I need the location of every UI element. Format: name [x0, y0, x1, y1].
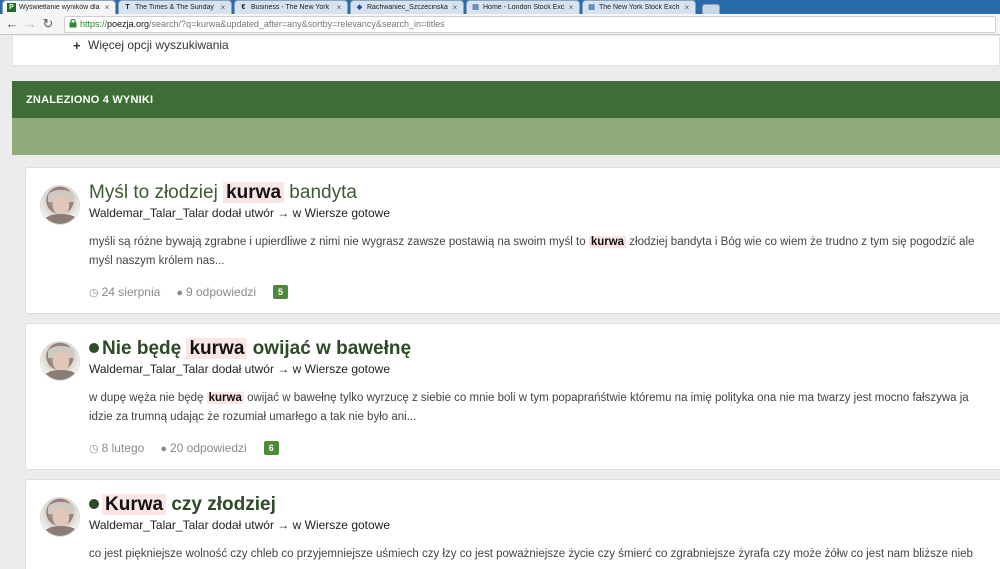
replies-link[interactable]: ● 9 odpowiedzi	[176, 285, 256, 299]
search-highlight: kurwa	[223, 182, 285, 203]
clock-icon: ◷	[89, 442, 99, 455]
search-highlight: kurwa	[206, 392, 244, 404]
result-card: Nie będę kurwa owijać w bawełnę Waldemar…	[25, 323, 1000, 470]
tab-close-icon[interactable]: ×	[683, 3, 691, 12]
avatar[interactable]	[40, 185, 80, 225]
lock-icon	[69, 18, 77, 30]
result-excerpt: myśli są różne bywają zgrabne i upierdli…	[89, 236, 975, 267]
url-path: /search/?q=kurwa&updated_after=any&sortb…	[149, 19, 445, 29]
poezja-favicon-icon: P	[7, 3, 16, 12]
browser-tab[interactable]: ▤ Home - London Stock Exc ×	[466, 0, 580, 14]
featured-dot-icon	[89, 499, 99, 509]
reputation-badge: 5	[273, 285, 289, 299]
tab-close-icon[interactable]: ×	[567, 3, 575, 12]
result-title[interactable]: Kurwa czy złodziej	[89, 494, 276, 516]
nyse-favicon-icon: ▤	[588, 4, 595, 11]
page-content: + Więcej opcji wyszukiwania ZNALEZIONO 4…	[0, 36, 1000, 569]
result-title[interactable]: Nie będę kurwa owijać w bawełnę	[89, 338, 411, 360]
browser-tab[interactable]: T The Times & The Sunday ×	[118, 0, 232, 14]
browser-toolbar: ← → ↻ https:// poezja.org /search/?q=kur…	[0, 14, 1000, 35]
featured-dot-icon	[89, 343, 99, 353]
nyt-favicon-icon: €	[241, 4, 246, 11]
avatar[interactable]	[40, 341, 80, 381]
url-scheme: https://	[80, 19, 108, 29]
back-arrow-icon[interactable]: ←	[4, 16, 20, 32]
tab-title: The New York Stock Exch	[599, 4, 680, 11]
search-highlight: kurwa	[588, 236, 627, 248]
forward-arrow-icon[interactable]: →	[22, 16, 38, 32]
result-title[interactable]: Myśl to złodziej kurwa bandyta	[89, 182, 357, 204]
result-meta[interactable]: Waldemar_Talar_Talar dodał utwór → w Wie…	[89, 518, 390, 532]
clock-icon: ◷	[89, 286, 99, 299]
tab-title: Business - The New York	[251, 4, 330, 11]
result-card: Kurwa czy złodziej Waldemar_Talar_Talar …	[25, 479, 1000, 569]
browser-tab-strip: P Wyświetlanie wyników dla × T The Times…	[0, 0, 1000, 14]
search-highlight: kurwa	[186, 338, 248, 359]
plus-icon: +	[73, 38, 81, 53]
result-footer: ◷ 24 sierpnia ● 9 odpowiedzi 5	[89, 285, 289, 299]
tab-title: The Times & The Sunday	[135, 4, 214, 11]
avatar[interactable]	[40, 497, 80, 537]
result-date: 24 sierpnia	[101, 285, 161, 299]
result-date: 8 lutego	[101, 441, 145, 455]
result-meta[interactable]: Waldemar_Talar_Talar dodał utwór → w Wie…	[89, 362, 390, 376]
more-options-label[interactable]: Więcej opcji wyszukiwania	[88, 38, 229, 52]
url-host: poezja.org	[107, 19, 150, 29]
tab-close-icon[interactable]: ×	[219, 3, 227, 12]
times-favicon-icon: T	[125, 4, 130, 11]
reload-icon[interactable]: ↻	[40, 16, 56, 32]
document-favicon-icon: ◆	[356, 4, 363, 11]
comment-icon: ●	[160, 443, 167, 455]
address-bar[interactable]: https:// poezja.org /search/?q=kurwa&upd…	[64, 15, 996, 33]
browser-tab[interactable]: € Business - The New York ×	[234, 0, 348, 14]
tab-close-icon[interactable]: ×	[335, 3, 343, 12]
replies-link[interactable]: ● 20 odpowiedzi	[160, 441, 246, 455]
results-band	[12, 118, 1000, 155]
tab-title: Rachwaniec_Szczecinska	[367, 4, 448, 11]
search-highlight: Kurwa	[102, 494, 167, 515]
result-footer: ◷ 8 lutego ● 20 odpowiedzi 6	[89, 441, 279, 455]
tab-close-icon[interactable]: ×	[103, 3, 111, 12]
more-search-options[interactable]: + Więcej opcji wyszukiwania	[12, 36, 1000, 66]
browser-tab[interactable]: P Wyświetlanie wyników dla ×	[2, 0, 116, 14]
tab-title: Home - London Stock Exc	[483, 4, 565, 11]
comment-icon: ●	[176, 287, 183, 299]
result-excerpt: w dupę węża nie będę kurwa owijać w bawe…	[89, 392, 969, 423]
lse-favicon-icon: ▤	[472, 4, 479, 11]
results-count: ZNALEZIONO 4 WYNIKI	[26, 94, 154, 106]
reputation-badge: 6	[263, 441, 279, 455]
tab-close-icon[interactable]: ×	[451, 3, 459, 12]
browser-tab[interactable]: ▤ The New York Stock Exch ×	[582, 0, 696, 14]
tab-title: Wyświetlanie wyników dla	[19, 4, 100, 11]
result-card: Myśl to złodziej kurwa bandyta Waldemar_…	[25, 167, 1000, 314]
result-excerpt: co jest piękniejsze wolność czy chleb co…	[89, 548, 973, 560]
results-header: ZNALEZIONO 4 WYNIKI	[12, 81, 1000, 118]
browser-tab[interactable]: ◆ Rachwaniec_Szczecinska ×	[350, 0, 464, 14]
new-tab-button[interactable]	[702, 4, 720, 14]
result-meta[interactable]: Waldemar_Talar_Talar dodał utwór → w Wie…	[89, 206, 390, 220]
